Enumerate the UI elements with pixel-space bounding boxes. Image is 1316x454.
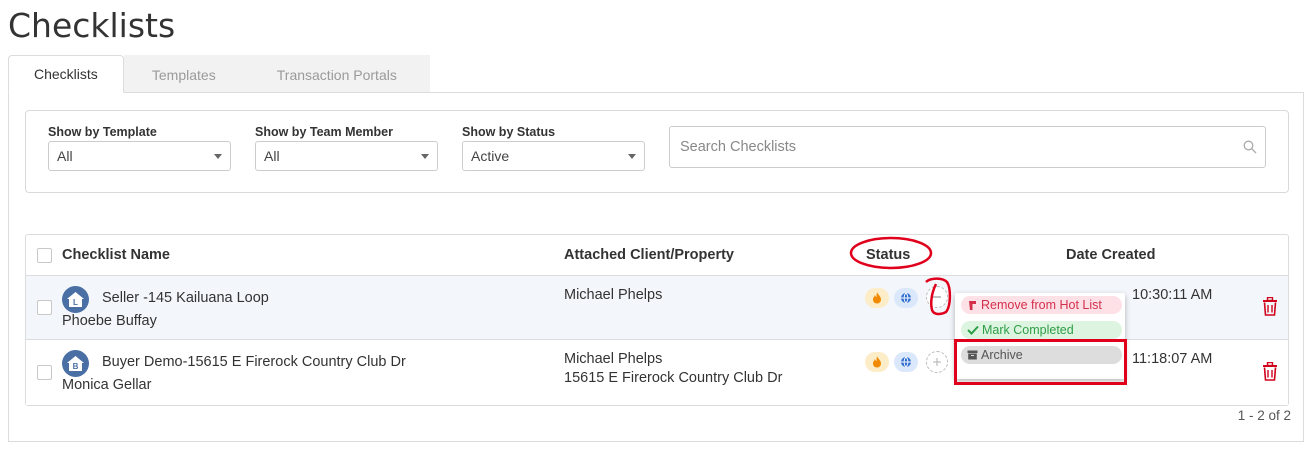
tab-checklists[interactable]: Checklists	[8, 55, 124, 93]
hot-list-icon[interactable]	[865, 288, 889, 308]
checklist-name[interactable]: Buyer Demo-15615 E Firerock Country Club…	[102, 354, 406, 370]
page-title: Checklists	[8, 6, 176, 45]
archive-item[interactable]: Archive	[961, 346, 1122, 364]
attached-client: Michael Phelps	[564, 287, 663, 303]
caret-down-icon	[628, 154, 636, 159]
search-icon[interactable]	[1243, 140, 1257, 159]
status-select[interactable]: Active	[462, 141, 645, 171]
tab-bar: Checklists Templates Transaction Portals	[8, 55, 430, 93]
attached-client: Michael Phelps	[564, 351, 663, 367]
status-filter-label: Show by Status	[462, 125, 556, 139]
house-icon: L	[67, 292, 84, 307]
tab-templates[interactable]: Templates	[123, 55, 244, 93]
status-filter: Show by Status Active	[462, 125, 645, 171]
table-header: Checklist Name Attached Client/Property …	[26, 235, 1288, 276]
remove-from-hot-list-item[interactable]: Remove from Hot List	[961, 296, 1122, 314]
checklist-person: Monica Gellar	[62, 377, 152, 393]
row-checkbox[interactable]	[37, 365, 52, 380]
date-created: 10:30:11 AM	[1132, 287, 1213, 303]
status-menu-toggle[interactable]	[926, 351, 948, 373]
mark-completed-label: Mark Completed	[982, 323, 1074, 337]
template-select[interactable]: All	[48, 141, 231, 171]
tab-transaction-portals[interactable]: Transaction Portals	[243, 55, 430, 93]
template-select-value: All	[57, 148, 73, 164]
status-dropdown-menu: Remove from Hot List Mark Completed Arch…	[955, 293, 1125, 379]
team-member-filter: Show by Team Member All	[255, 125, 438, 171]
date-created: 11:18:07 AM	[1132, 351, 1213, 367]
status-menu-toggle[interactable]	[926, 286, 948, 308]
template-filter-label: Show by Template	[48, 125, 157, 139]
svg-text:L: L	[73, 298, 78, 307]
delete-icon[interactable]	[1262, 361, 1278, 386]
row-checkbox[interactable]	[37, 300, 52, 315]
hot-list-icon[interactable]	[865, 352, 889, 372]
team-member-filter-label: Show by Team Member	[255, 125, 393, 139]
checklist-avatar: L	[62, 286, 89, 313]
column-header-name[interactable]: Checklist Name	[62, 247, 170, 263]
caret-down-icon	[214, 154, 222, 159]
attached-property: 15615 E Firerock Country Club Dr	[564, 370, 783, 386]
hot-remove-icon	[969, 300, 976, 310]
status-select-value: Active	[471, 148, 510, 164]
remove-from-hot-list-label: Remove from Hot List	[981, 298, 1102, 312]
team-member-select-value: All	[264, 148, 280, 164]
svg-text:B: B	[73, 362, 79, 371]
search-box	[669, 126, 1266, 168]
portal-globe-icon[interactable]	[894, 352, 918, 372]
column-header-status[interactable]: Status	[866, 247, 910, 263]
column-header-date[interactable]: Date Created	[1066, 247, 1155, 263]
caret-down-icon	[421, 154, 429, 159]
check-icon	[967, 325, 979, 335]
checklist-person: Phoebe Buffay	[62, 313, 157, 329]
filter-bar: Show by Template All Show by Team Member…	[25, 110, 1289, 193]
pagination-info: 1 - 2 of 2	[1237, 408, 1291, 423]
search-input[interactable]	[680, 139, 1220, 155]
archive-icon	[967, 350, 978, 360]
checklist-name[interactable]: Seller -145 Kailuana Loop	[102, 290, 269, 306]
minus-icon	[933, 296, 941, 298]
template-filter: Show by Template All	[48, 125, 231, 171]
plus-icon	[933, 358, 941, 366]
mark-completed-item[interactable]: Mark Completed	[961, 321, 1122, 339]
archive-label: Archive	[981, 348, 1023, 362]
select-all-checkbox[interactable]	[37, 248, 52, 263]
checklists-panel: Show by Template All Show by Team Member…	[8, 92, 1304, 442]
checklist-avatar: B	[62, 350, 89, 377]
column-header-client[interactable]: Attached Client/Property	[564, 247, 734, 263]
delete-icon[interactable]	[1262, 296, 1278, 321]
team-member-select[interactable]: All	[255, 141, 438, 171]
house-icon: B	[67, 356, 84, 371]
portal-globe-icon[interactable]	[894, 288, 918, 308]
